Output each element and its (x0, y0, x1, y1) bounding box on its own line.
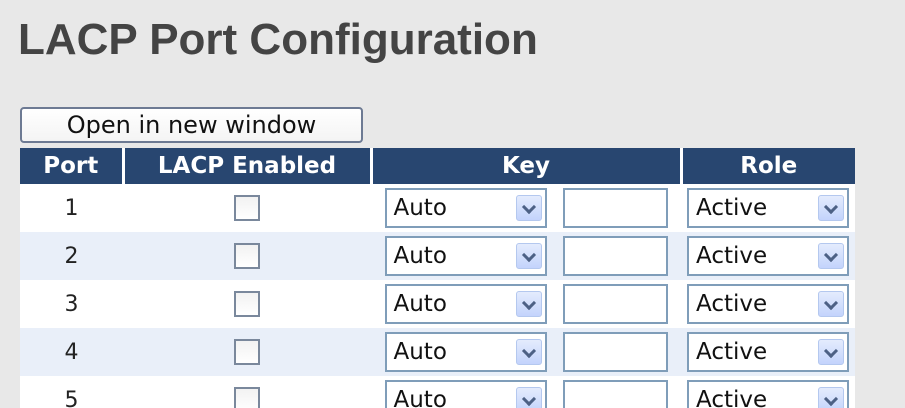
key-mode-value: Auto (393, 339, 447, 365)
role-value: Active (696, 339, 768, 365)
port-cell: 5 (20, 376, 123, 408)
chevron-down-icon[interactable] (515, 291, 542, 317)
key-mode-value: Auto (393, 387, 447, 408)
role-select[interactable]: Active (687, 332, 849, 372)
role-cell: Active (681, 376, 855, 408)
key-cell: Auto (371, 280, 681, 328)
key-mode-value: Auto (393, 291, 447, 317)
role-cell: Active (681, 232, 855, 280)
role-value: Active (696, 291, 768, 317)
role-select[interactable]: Active (687, 284, 849, 324)
table-row: 1 Auto Active (20, 184, 855, 232)
key-cell: Auto (371, 376, 681, 408)
lacp-enabled-cell (123, 232, 371, 280)
role-value: Active (696, 195, 768, 221)
lacp-enabled-checkbox[interactable] (234, 243, 260, 269)
lacp-enabled-checkbox[interactable] (234, 339, 260, 365)
role-cell: Active (681, 184, 855, 232)
chevron-down-icon[interactable] (818, 195, 844, 221)
role-value: Active (696, 387, 768, 408)
chevron-down-icon[interactable] (515, 339, 542, 365)
table-row: 3 Auto Active (20, 280, 855, 328)
page: LACP Port Configuration Open in new wind… (0, 0, 905, 408)
header-lacp-enabled: LACP Enabled (121, 148, 371, 184)
key-mode-select[interactable]: Auto (384, 380, 547, 408)
chevron-down-icon[interactable] (818, 387, 844, 408)
lacp-enabled-checkbox[interactable] (234, 387, 260, 408)
port-cell: 2 (20, 232, 123, 280)
chevron-down-icon[interactable] (515, 387, 542, 408)
key-mode-select[interactable]: Auto (384, 188, 547, 228)
port-cell: 3 (20, 280, 123, 328)
table-body: 1 Auto Active 2 Auto Active 3 Auto Active 4 Auto Ac… (20, 184, 855, 408)
chevron-down-icon[interactable] (515, 195, 542, 221)
key-mode-value: Auto (393, 243, 447, 269)
lacp-enabled-checkbox[interactable] (234, 195, 260, 221)
header-key: Key (369, 148, 681, 184)
port-number: 5 (64, 387, 79, 408)
key-value-input[interactable] (562, 380, 668, 408)
key-mode-select[interactable]: Auto (384, 284, 547, 324)
port-number: 1 (64, 195, 79, 221)
table-row: 4 Auto Active (20, 328, 855, 376)
role-cell: Active (681, 280, 855, 328)
lacp-port-table: Port LACP Enabled Key Role 1 Auto Active 2 A… (20, 148, 855, 408)
lacp-enabled-checkbox[interactable] (234, 291, 260, 317)
port-number: 2 (64, 243, 79, 269)
chevron-down-icon[interactable] (818, 243, 844, 269)
port-number: 3 (64, 291, 79, 317)
chevron-down-icon[interactable] (818, 339, 844, 365)
role-select[interactable]: Active (687, 236, 849, 276)
header-role: Role (679, 148, 855, 184)
table-row: 5 Auto Active (20, 376, 855, 408)
role-cell: Active (681, 328, 855, 376)
key-mode-select[interactable]: Auto (384, 236, 547, 276)
lacp-enabled-cell (123, 328, 371, 376)
key-cell: Auto (371, 328, 681, 376)
role-select[interactable]: Active (687, 380, 849, 408)
lacp-enabled-cell (123, 280, 371, 328)
header-port: Port (20, 148, 123, 184)
table-header-row: Port LACP Enabled Key Role (20, 148, 855, 184)
key-value-input[interactable] (562, 188, 668, 228)
lacp-enabled-cell (123, 376, 371, 408)
page-title: LACP Port Configuration (18, 15, 538, 64)
key-mode-select[interactable]: Auto (384, 332, 547, 372)
role-select[interactable]: Active (687, 188, 849, 228)
chevron-down-icon[interactable] (818, 291, 844, 317)
table-row: 2 Auto Active (20, 232, 855, 280)
key-value-input[interactable] (562, 236, 668, 276)
chevron-down-icon[interactable] (515, 243, 542, 269)
key-cell: Auto (371, 184, 681, 232)
key-value-input[interactable] (562, 284, 668, 324)
port-cell: 4 (20, 328, 123, 376)
role-value: Active (696, 243, 768, 269)
key-mode-value: Auto (393, 195, 447, 221)
lacp-enabled-cell (123, 184, 371, 232)
open-in-new-window-button[interactable]: Open in new window (20, 107, 363, 143)
port-number: 4 (64, 339, 79, 365)
key-cell: Auto (371, 232, 681, 280)
key-value-input[interactable] (562, 332, 668, 372)
port-cell: 1 (20, 184, 123, 232)
